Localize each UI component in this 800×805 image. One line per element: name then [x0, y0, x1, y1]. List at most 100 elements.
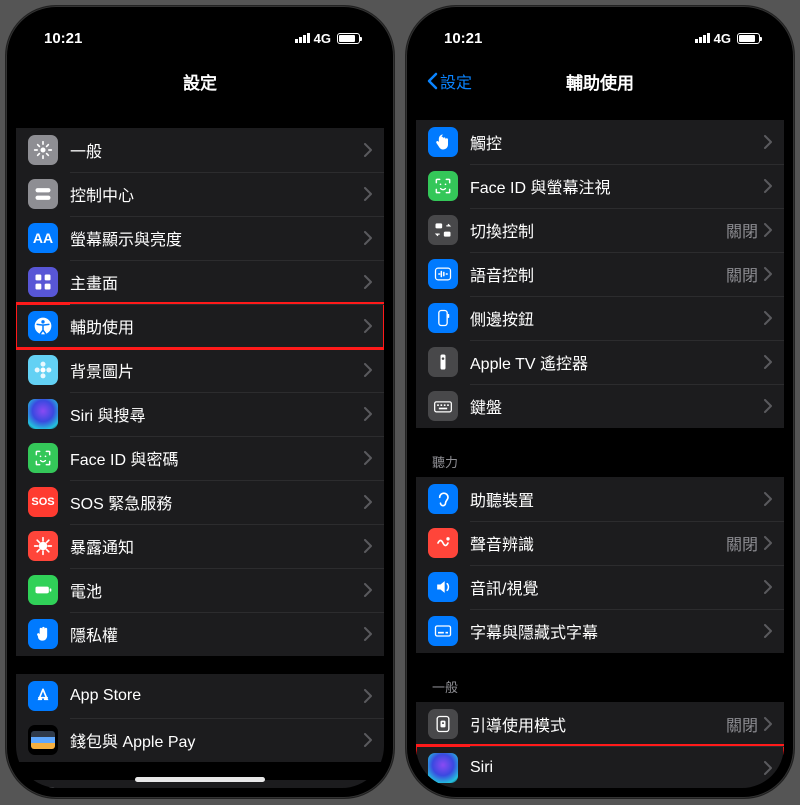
battery-icon [337, 33, 360, 44]
virus-icon [28, 531, 58, 561]
row-value: 關閉 [726, 712, 758, 736]
chevron-right-icon [764, 311, 772, 325]
battery-icon [737, 33, 760, 44]
settings-group: App Store錢包與 Apple Pay [16, 674, 384, 762]
grid-icon [28, 267, 58, 297]
wallet-icon [28, 725, 58, 755]
touch-icon [428, 127, 458, 157]
toggles-icon [28, 179, 58, 209]
status-right: 4G [295, 31, 360, 46]
accessibility-icon [28, 311, 58, 341]
chevron-right-icon [364, 583, 372, 597]
row-label: 背景圖片 [70, 358, 364, 382]
row-label: 切換控制 [470, 218, 726, 242]
settings-row[interactable]: AA螢幕顯示與亮度 [16, 216, 384, 260]
chevron-right-icon [764, 536, 772, 550]
row-label: 助聽裝置 [470, 487, 764, 511]
settings-row[interactable]: 背景圖片 [16, 348, 384, 392]
settings-row[interactable]: App Store [16, 674, 384, 718]
notch [515, 16, 685, 42]
chevron-right-icon [764, 223, 772, 237]
settings-row[interactable]: Siri [416, 746, 784, 788]
row-label: SOS 緊急服務 [70, 490, 364, 514]
settings-group: 觸控Face ID 與螢幕注視切換控制關閉語音控制關閉側邊按鈕Apple TV … [416, 120, 784, 428]
row-label: 引導使用模式 [470, 712, 726, 736]
screen: 10:21 4G 設定 一般控制中心 AA螢幕顯示與亮度主畫面輔助使用背景圖片 Si… [16, 16, 384, 788]
back-button[interactable]: 設定 [426, 60, 472, 102]
settings-row[interactable]: 隱私權 [16, 612, 384, 656]
sidebutton-icon [428, 303, 458, 333]
row-label: 暴露通知 [70, 534, 364, 558]
settings-row[interactable]: 引導使用模式關閉 [416, 702, 784, 746]
settings-group: 聽力助聽裝置聲音辨識關閉音訊/視覺字幕與隱藏式字幕 [416, 446, 784, 653]
row-label: 音訊/視覺 [470, 575, 764, 599]
siri-icon [428, 753, 458, 783]
chevron-right-icon [764, 492, 772, 506]
switch-icon [428, 215, 458, 245]
page-title: 設定 [183, 69, 217, 94]
settings-row[interactable]: 電池 [16, 568, 384, 612]
settings-row[interactable]: Siri 與搜尋 [16, 392, 384, 436]
battery-icon [28, 575, 58, 605]
ear-icon [428, 484, 458, 514]
row-label: 隱私權 [70, 622, 364, 646]
settings-row[interactable]: 音訊/視覺 [416, 565, 784, 609]
settings-row[interactable]: Apple TV 遙控器 [416, 340, 784, 384]
row-label: 控制中心 [70, 182, 364, 206]
chevron-right-icon [764, 761, 772, 775]
settings-row[interactable]: 錢包與 Apple Pay [16, 718, 384, 762]
chevron-right-icon [764, 267, 772, 281]
settings-row[interactable]: 觸控 [416, 120, 784, 164]
row-label: Face ID 與密碼 [70, 446, 364, 470]
chevron-left-icon [426, 72, 438, 90]
audio-icon [428, 572, 458, 602]
nav-bar: 設定 [16, 60, 384, 102]
chevron-right-icon [364, 627, 372, 641]
settings-row[interactable]: 輔助使用 [16, 304, 384, 348]
chevron-right-icon [364, 231, 372, 245]
settings-row[interactable]: 暴露通知 [16, 524, 384, 568]
settings-row[interactable]: Face ID 與螢幕注視 [416, 164, 784, 208]
home-indicator[interactable] [135, 777, 265, 782]
settings-row[interactable]: 一般 [16, 128, 384, 172]
row-label: 主畫面 [70, 270, 364, 294]
group-header: 一般 [416, 671, 784, 702]
row-label: 鍵盤 [470, 394, 764, 418]
row-label: 一般 [70, 138, 364, 162]
accessibility-list[interactable]: 觸控Face ID 與螢幕注視切換控制關閉語音控制關閉側邊按鈕Apple TV … [416, 102, 784, 788]
key-icon [28, 787, 58, 788]
row-label: 聲音辨識 [470, 531, 726, 555]
chevron-right-icon [364, 363, 372, 377]
chevron-right-icon [364, 451, 372, 465]
page-title: 輔助使用 [566, 69, 634, 94]
settings-row[interactable]: 側邊按鈕 [416, 296, 784, 340]
settings-row[interactable]: 語音控制關閉 [416, 252, 784, 296]
keyboard-icon [428, 391, 458, 421]
settings-row[interactable]: 字幕與隱藏式字幕 [416, 609, 784, 653]
row-label: 觸控 [470, 130, 764, 154]
settings-row[interactable]: 鍵盤 [416, 384, 784, 428]
network-label: 4G [314, 31, 331, 46]
row-value: 關閉 [726, 262, 758, 286]
chevron-right-icon [364, 539, 372, 553]
settings-row[interactable]: 控制中心 [16, 172, 384, 216]
row-label: Apple TV 遙控器 [470, 350, 764, 374]
settings-row[interactable]: 聲音辨識關閉 [416, 521, 784, 565]
row-value: 關閉 [726, 531, 758, 555]
settings-row[interactable]: 助聽裝置 [416, 477, 784, 521]
settings-row[interactable]: 主畫面 [16, 260, 384, 304]
settings-list[interactable]: 一般控制中心 AA螢幕顯示與亮度主畫面輔助使用背景圖片 Siri 與搜尋 Face I… [16, 102, 384, 788]
settings-row[interactable]: SOSSOS 緊急服務 [16, 480, 384, 524]
nav-bar: 設定 輔助使用 [416, 60, 784, 102]
faceid-icon [428, 171, 458, 201]
chevron-right-icon [764, 179, 772, 193]
row-label: Siri [470, 759, 764, 777]
settings-group: 一般引導使用模式關閉Siri輔助使用快速鍵關閉 [416, 671, 784, 788]
appstore-icon [28, 681, 58, 711]
voice-icon [428, 259, 458, 289]
status-time: 10:21 [44, 30, 82, 47]
row-value: 關閉 [726, 218, 758, 242]
chevron-right-icon [764, 717, 772, 731]
settings-row[interactable]: 切換控制關閉 [416, 208, 784, 252]
settings-row[interactable]: Face ID 與密碼 [16, 436, 384, 480]
